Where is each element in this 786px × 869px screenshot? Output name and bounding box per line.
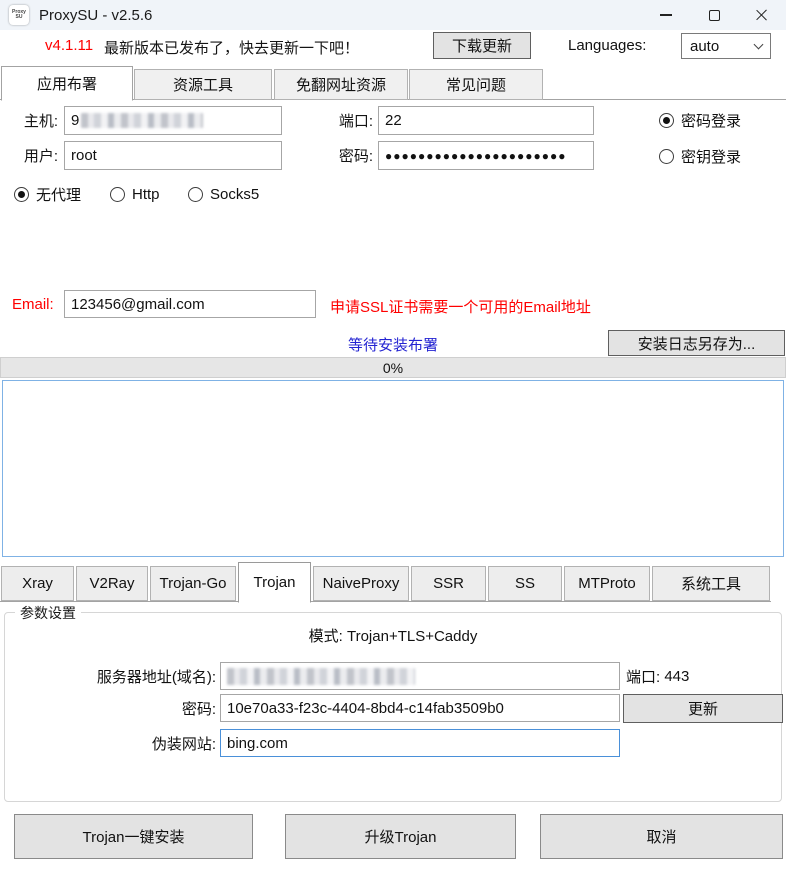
ssh-port-label: 端口: <box>300 106 373 135</box>
radio-selected-icon <box>14 187 29 202</box>
server-address-label: 服务器地址(域名): <box>5 662 216 690</box>
protocol-tab-strip: Xray V2Ray Trojan-Go Trojan NaiveProxy S… <box>0 562 771 602</box>
mode-value: Trojan+TLS+Caddy <box>347 628 477 645</box>
host-label: 主机: <box>0 106 58 135</box>
maximize-icon <box>709 10 720 21</box>
save-log-button[interactable]: 安装日志另存为... <box>608 330 785 356</box>
minimize-icon <box>660 14 672 15</box>
chevron-down-icon <box>754 40 764 50</box>
params-group-title: 参数设置 <box>15 603 81 623</box>
login-method-password-radio[interactable]: 密码登录 <box>659 110 741 130</box>
main-tab-strip: 应用布署 资源工具 免翻网址资源 常见问题 <box>0 66 786 100</box>
camouflage-site-input[interactable] <box>220 729 620 757</box>
ssh-password-label: 密码: <box>300 141 373 170</box>
mode-line: 模式: Trojan+TLS+Caddy <box>5 625 781 646</box>
trojan-port-label: 端口: <box>626 666 660 687</box>
ssh-port-input[interactable] <box>378 106 594 135</box>
tab-trojan[interactable]: Trojan <box>238 562 311 603</box>
update-message: 最新版本已发布了，快去更新一下吧！ <box>104 37 359 58</box>
title-bar: Proxy SU ProxySU - v2.5.6 <box>0 0 786 30</box>
tab-naiveproxy[interactable]: NaiveProxy <box>313 566 409 601</box>
trojan-port-line: 端口: 443 <box>626 662 689 690</box>
camouflage-site-label: 伪装网站: <box>5 729 216 757</box>
progress-percent: 0% <box>1 358 785 377</box>
language-select[interactable]: auto <box>681 33 771 59</box>
server-address-input[interactable] <box>220 662 620 690</box>
proxy-http-label: Http <box>132 186 160 203</box>
proxy-socks5-label: Socks5 <box>210 186 259 203</box>
host-value-prefix: 9 <box>71 112 79 129</box>
tab-mtproto[interactable]: MTProto <box>564 566 650 601</box>
close-button[interactable] <box>738 0 786 30</box>
user-input[interactable] <box>64 141 282 170</box>
proxy-none-radio[interactable]: 无代理 <box>14 184 81 204</box>
install-progress-bar: 0% <box>0 357 786 378</box>
window-controls <box>642 0 786 30</box>
radio-unselected-icon <box>110 187 125 202</box>
new-version-number: v4.1.11 <box>45 37 93 54</box>
tab-v2ray[interactable]: V2Ray <box>76 566 148 601</box>
email-label: Email: <box>12 290 54 319</box>
email-hint-text: 申请SSL证书需要一个可用的Email地址 <box>330 296 591 317</box>
tab-app-deploy[interactable]: 应用布署 <box>1 66 133 101</box>
window-title: ProxySU - v2.5.6 <box>39 7 152 24</box>
radio-unselected-icon <box>659 149 674 164</box>
app-logo-icon: Proxy SU <box>9 5 29 25</box>
tab-faq[interactable]: 常见问题 <box>409 69 543 100</box>
proxy-socks5-radio[interactable]: Socks5 <box>188 184 259 204</box>
tab-resource-tools[interactable]: 资源工具 <box>134 69 272 100</box>
languages-label: Languages: <box>568 37 646 54</box>
app-window: Proxy SU ProxySU - v2.5.6 v4.1.11 最新版本已发… <box>0 0 786 869</box>
ssh-password-input[interactable] <box>378 141 594 170</box>
cancel-button[interactable]: 取消 <box>540 814 783 859</box>
proxy-none-label: 无代理 <box>36 184 81 205</box>
app-logo-text: Proxy SU <box>9 10 29 20</box>
trojan-password-label: 密码: <box>5 694 216 722</box>
trojan-install-button[interactable]: Trojan一键安装 <box>14 814 253 859</box>
login-method-key-radio[interactable]: 密钥登录 <box>659 146 741 166</box>
tab-xray[interactable]: Xray <box>1 566 74 601</box>
tab-free-sites[interactable]: 免翻网址资源 <box>274 69 408 100</box>
email-input[interactable] <box>64 290 316 318</box>
login-method-password-label: 密码登录 <box>681 110 741 131</box>
mode-label: 模式: <box>309 628 343 645</box>
params-groupbox: 参数设置 模式: Trojan+TLS+Caddy 服务器地址(域名): 端口:… <box>4 612 782 802</box>
trojan-upgrade-button[interactable]: 升级Trojan <box>285 814 516 859</box>
login-method-key-label: 密钥登录 <box>681 146 741 167</box>
radio-unselected-icon <box>188 187 203 202</box>
server-address-redacted <box>227 668 415 685</box>
tab-system-tools[interactable]: 系统工具 <box>652 566 770 601</box>
minimize-button[interactable] <box>642 0 690 30</box>
download-update-button[interactable]: 下载更新 <box>433 32 531 59</box>
tab-ssr[interactable]: SSR <box>411 566 486 601</box>
trojan-port-value: 443 <box>664 668 689 685</box>
user-label: 用户: <box>0 141 58 170</box>
language-selected-value: auto <box>690 38 719 55</box>
proxy-http-radio[interactable]: Http <box>110 184 160 204</box>
update-password-button[interactable]: 更新 <box>623 694 783 723</box>
host-value-redacted <box>81 113 203 128</box>
tab-ss[interactable]: SS <box>488 566 562 601</box>
maximize-button[interactable] <box>690 0 738 30</box>
close-icon <box>755 8 769 22</box>
install-log-box[interactable] <box>2 380 784 557</box>
trojan-password-input[interactable] <box>220 694 620 722</box>
radio-selected-icon <box>659 113 674 128</box>
host-input[interactable]: 9 <box>64 106 282 135</box>
tab-trojan-go[interactable]: Trojan-Go <box>150 566 236 601</box>
